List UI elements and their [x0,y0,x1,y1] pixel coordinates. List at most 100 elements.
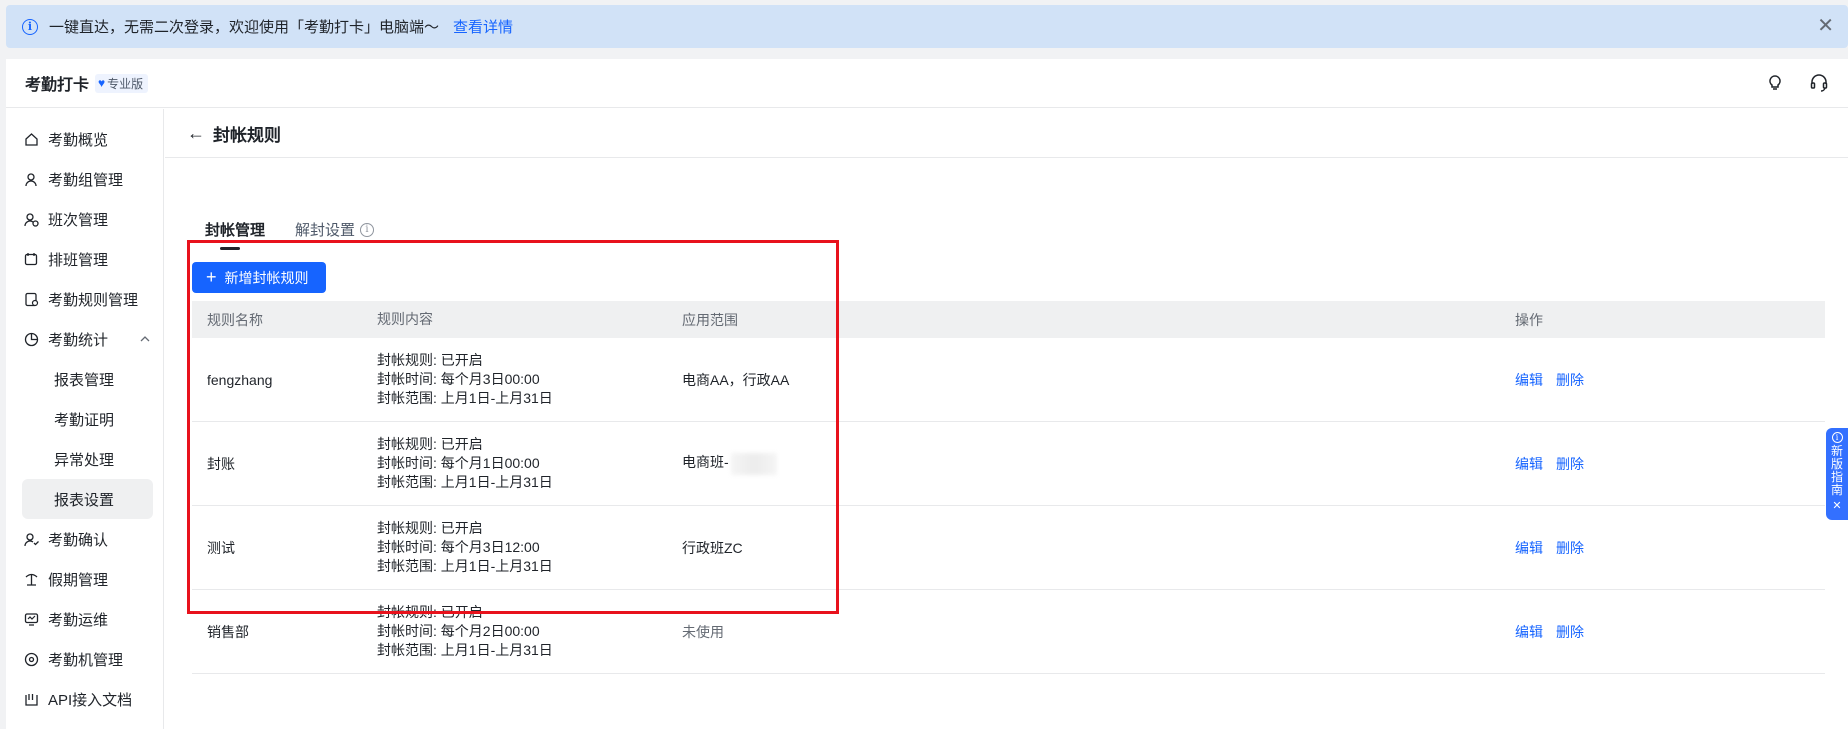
rule-name: fengzhang [207,371,273,388]
column-header-name: 规则名称 [207,311,263,328]
tab-seal-management[interactable]: 封帐管理 [205,219,266,250]
back-arrow-icon[interactable]: ← [187,123,205,144]
rule-status: 封帐规则: 已开启 [377,604,483,620]
guide-char: 南 [1830,483,1843,497]
sidebar-item-devices[interactable]: 考勤机管理 [6,639,163,679]
add-seal-rule-button[interactable]: + 新增封帐规则 [192,262,326,293]
rule-scope: 未使用 [682,623,724,640]
diamond-icon: ♥ [98,76,106,90]
rule-range: 封帐范围: 上月1日-上月31日 [377,474,553,490]
chevron-up-icon[interactable] [139,332,151,349]
rule-range: 封帐范围: 上月1日-上月31日 [377,390,553,406]
column-header-content: 规则内容 [377,311,433,327]
sidebar-item-label: 班次管理 [48,211,109,229]
shift-icon [23,211,39,227]
sidebar-item-label: API接入文档 [48,691,133,709]
sidebar-item-operations[interactable]: 考勤运维 [6,599,163,639]
delete-button[interactable]: 删除 [1556,454,1584,474]
home-icon [23,131,39,147]
monitor-icon [23,611,39,627]
notice-banner: i 一键直达，无需二次登录，欢迎使用「考勤打卡」电脑端～ 查看详情 ✕ [6,5,1848,48]
rule-scope: 行政班ZC [682,539,743,556]
sidebar-item-label: 排班管理 [48,251,109,269]
sidebar-item-confirmation[interactable]: 考勤确认 [6,519,163,559]
api-doc-icon [23,691,39,707]
sidebar-item-attendance-proof[interactable]: 考勤证明 [6,399,163,439]
table-row: 测试 封帐规则: 已开启 封帐时间: 每个月3日12:00 封帐范围: 上月1日… [192,506,1825,590]
sidebar-item-label: 考勤运维 [48,611,109,629]
sidebar-item-label: 考勤规则管理 [48,291,139,309]
info-icon: i [22,18,38,35]
new-version-guide-tab[interactable]: i 新 版 指 南 ✕ [1826,428,1848,520]
rule-content: 封帐规则: 已开启 封帐时间: 每个月3日12:00 封帐范围: 上月1日-上月… [377,519,553,576]
sidebar-item-label: 考勤机管理 [48,651,124,669]
info-icon: i [1831,432,1843,443]
sidebar-item-label: 报表管理 [54,371,115,389]
delete-button[interactable]: 删除 [1556,370,1584,390]
banner-text: 一键直达，无需二次登录，欢迎使用「考勤打卡」电脑端～ [49,19,440,36]
sidebar-item-exceptions[interactable]: 异常处理 [6,439,163,479]
lightbulb-icon[interactable] [1764,72,1786,94]
app-header: 考勤打卡 ♥ 专业版 [6,59,1848,108]
sidebar-item-overview[interactable]: 考勤概览 [6,119,163,159]
sidebar-item-groups[interactable]: 考勤组管理 [6,159,163,199]
plus-icon: + [206,267,217,287]
device-icon [23,651,39,667]
rule-status: 封帐规则: 已开启 [377,520,483,536]
sidebar-item-label: 考勤确认 [48,531,109,549]
edit-button[interactable]: 编辑 [1515,454,1543,474]
delete-button[interactable]: 删除 [1556,622,1584,642]
app-window: 考勤打卡 ♥ 专业版 考勤概览 考勤组管理 班次管理 排班管理 考勤规则管理 考… [6,59,1848,729]
sidebar-item-leave[interactable]: 假期管理 [6,559,163,599]
info-icon[interactable]: i [360,222,375,237]
sidebar-item-label: 假期管理 [48,571,109,589]
rule-name: 测试 [207,539,235,556]
tab-label: 封帐管理 [205,222,266,239]
sidebar-item-label: 考勤统计 [48,331,109,349]
close-icon[interactable]: ✕ [1817,16,1834,36]
sidebar-item-api-docs[interactable]: API接入文档 [6,679,163,719]
rule-scope-text: 电商班- [682,454,729,471]
row-actions: 编辑 删除 [1515,454,1584,474]
main-content: ← 封帐规则 封帐管理 解封设置 i + 新增封帐规则 规则名称 规则内容 应用… [165,109,1848,729]
pie-chart-icon [23,331,39,347]
rule-range: 封帐范围: 上月1日-上月31日 [377,558,553,574]
close-icon[interactable]: ✕ [1832,500,1841,513]
table-header: 规则名称 规则内容 应用范围 操作 [192,301,1825,338]
delete-button[interactable]: 删除 [1556,538,1584,558]
sidebar-item-statistics[interactable]: 考勤统计 [6,319,163,359]
rule-scope: 电商AA，行政AA [682,371,790,388]
user-group-icon [23,171,39,187]
sidebar-item-label: 考勤证明 [54,411,115,429]
rule-time: 封帐时间: 每个月3日12:00 [377,539,540,555]
rule-time: 封帐时间: 每个月1日00:00 [377,455,540,471]
edition-badge: ♥ 专业版 [95,73,149,93]
sidebar-item-label: 考勤概览 [48,131,109,149]
edit-button[interactable]: 编辑 [1515,370,1543,390]
palm-tree-icon [23,571,39,587]
sidebar-item-shifts[interactable]: 班次管理 [6,199,163,239]
sidebar-item-report-management[interactable]: 报表管理 [6,359,163,399]
rule-time: 封帐时间: 每个月2日00:00 [377,623,540,639]
rule-time: 封帐时间: 每个月3日00:00 [377,371,540,387]
row-actions: 编辑 删除 [1515,622,1584,642]
row-actions: 编辑 删除 [1515,538,1584,558]
sidebar-item-report-settings[interactable]: 报表设置 [22,479,153,519]
tab-label: 解封设置 [295,222,356,239]
table-row: fengzhang 封帐规则: 已开启 封帐时间: 每个月3日00:00 封帐范… [192,338,1825,422]
add-button-label: 新增封帐规则 [224,269,309,286]
user-check-icon [23,531,39,547]
edit-button[interactable]: 编辑 [1515,622,1543,642]
tab-unseal-settings[interactable]: 解封设置 i [295,219,375,240]
sidebar-item-rules[interactable]: 考勤规则管理 [6,279,163,319]
sidebar: 考勤概览 考勤组管理 班次管理 排班管理 考勤规则管理 考勤统计 报表管理 考勤… [6,109,164,729]
rule-name: 封账 [207,455,235,472]
rule-status: 封帐规则: 已开启 [377,436,483,452]
rule-content: 封帐规则: 已开启 封帐时间: 每个月3日00:00 封帐范围: 上月1日-上月… [377,351,553,408]
page-title: 封帐规则 [213,125,281,145]
sidebar-item-scheduling[interactable]: 排班管理 [6,239,163,279]
edit-button[interactable]: 编辑 [1515,538,1543,558]
banner-details-link[interactable]: 查看详情 [453,16,513,37]
column-header-actions: 操作 [1515,311,1543,328]
headset-icon[interactable] [1808,72,1830,94]
